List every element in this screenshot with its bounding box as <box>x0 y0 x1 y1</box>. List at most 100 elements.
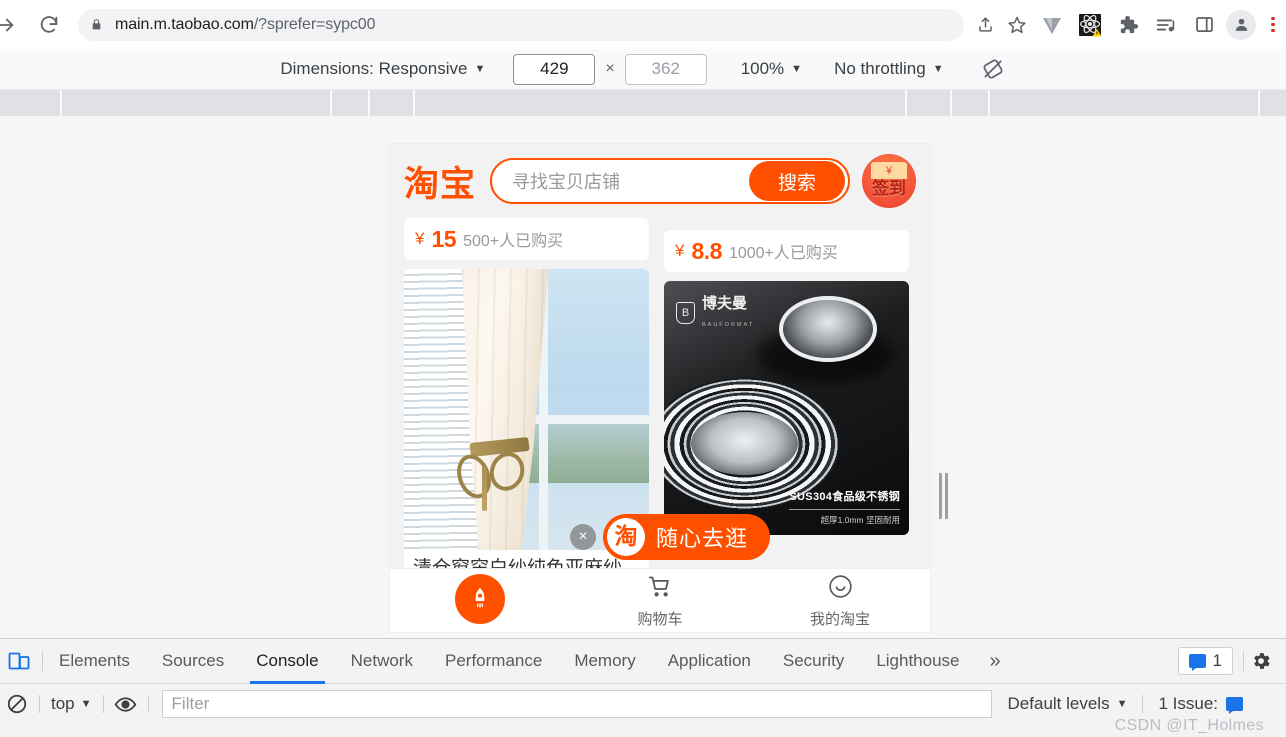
log-levels-value: Default levels <box>1007 694 1110 713</box>
taobao-circle-logo-icon: 淘 <box>607 518 645 556</box>
spec-line-2: 超厚1.0mm 坚固耐用 <box>820 515 900 525</box>
vimium-extension-icon[interactable] <box>1034 10 1070 40</box>
spec-line-1: SUS304食品级不锈钢 <box>789 491 900 503</box>
product-sold-count: 1000+人已购买 <box>728 245 838 262</box>
share-icon[interactable] <box>970 10 1000 40</box>
checkin-badge-button[interactable]: ¥ 签到 <box>862 154 916 208</box>
watermark: CSDN @IT_Holmes <box>1114 717 1264 734</box>
divider <box>39 695 40 713</box>
tab-shopping-cart[interactable]: 购物车 <box>570 573 750 629</box>
chevron-down-icon: ▼ <box>1116 697 1128 710</box>
product-image[interactable] <box>404 269 649 550</box>
tab-security[interactable]: Security <box>767 639 860 684</box>
playlist-icon[interactable] <box>1148 10 1184 40</box>
log-levels-dropdown[interactable]: Default levels ▼ <box>998 694 1138 714</box>
product-card[interactable]: B 博夫曼 BAUFORMAT SUS304食品级不锈钢 超厚1.0mm 坚固耐… <box>664 281 909 535</box>
tab-network[interactable]: Network <box>335 639 429 684</box>
product-price: 8.8 <box>691 237 722 264</box>
divider <box>102 695 104 713</box>
live-expression-eye-icon[interactable] <box>109 689 143 719</box>
address-bar-url: main.m.taobao.com/?sprefer=sypc00 <box>115 15 376 33</box>
dimension-separator: × <box>605 60 615 77</box>
browser-toolbar: main.m.taobao.com/?sprefer=sypc00 <box>0 0 1286 49</box>
toggle-device-toolbar-icon[interactable] <box>4 646 34 676</box>
viewport-resize-handle-right[interactable] <box>939 473 948 519</box>
search-input[interactable]: 寻找宝贝店铺 搜索 <box>490 158 850 204</box>
tab-my-taobao[interactable]: 我的淘宝 <box>750 573 930 629</box>
issues-bar[interactable]: 1 Issue: <box>1148 694 1253 714</box>
execution-context-dropdown[interactable]: top ▼ <box>45 694 98 714</box>
ruler-tick <box>988 90 990 116</box>
react-devtools-icon[interactable] <box>1072 10 1108 40</box>
ruler-tick <box>1258 90 1260 116</box>
star-icon[interactable] <box>1002 10 1032 40</box>
dimensions-label: Dimensions: Responsive <box>280 59 468 78</box>
tab-label: 购物车 <box>637 610 683 628</box>
more-tabs-icon[interactable]: » <box>976 650 1015 673</box>
product-price-row: ¥ 15 500+人已购买 <box>404 218 649 260</box>
throttling-dropdown[interactable]: No throttling ▼ <box>834 59 944 79</box>
side-panel-icon[interactable] <box>1186 10 1222 40</box>
currency-symbol: ¥ <box>415 229 425 248</box>
message-bubble-icon <box>1188 654 1206 671</box>
product-card[interactable]: ¥ 15 500+人已购买 <box>404 218 649 260</box>
product-price-row: ¥ 8.8 1000+人已购买 <box>664 230 909 272</box>
tab-sources[interactable]: Sources <box>146 639 240 684</box>
message-bubble-icon <box>1226 697 1244 714</box>
tab-performance[interactable]: Performance <box>429 639 558 684</box>
extensions-puzzle-icon[interactable] <box>1110 10 1146 40</box>
product-card[interactable]: ¥ 8.8 1000+人已购买 <box>664 230 909 272</box>
product-sold-count: 500+人已购买 <box>463 233 564 250</box>
ruler-tick <box>60 90 62 116</box>
throttling-value: No throttling <box>834 59 926 78</box>
rocket-icon <box>455 574 505 624</box>
zoom-value: 100% <box>740 59 785 78</box>
bottom-tab-bar: 购物车 我的淘宝 <box>390 568 930 632</box>
tab-memory[interactable]: Memory <box>558 639 651 684</box>
filter-input[interactable]: Filter <box>161 690 992 718</box>
close-icon[interactable]: × <box>570 524 596 550</box>
product-price: 15 <box>431 225 457 252</box>
issues-counter-button[interactable]: 1 <box>1177 647 1233 675</box>
lock-icon <box>90 17 103 32</box>
emulated-viewport-stage: 淘宝 寻找宝贝店铺 搜索 ¥ 签到 ¥ 15 500+人已购买 ¥ 8.8 10… <box>0 118 1286 737</box>
search-placeholder: 寻找宝贝店铺 <box>512 172 621 192</box>
clear-console-icon[interactable] <box>0 689 34 719</box>
ruler-tick <box>905 90 907 116</box>
taobao-header: 淘宝 寻找宝贝店铺 搜索 ¥ 签到 <box>390 144 930 218</box>
viewport-width-input[interactable]: 429 <box>513 53 596 85</box>
search-button[interactable]: 搜索 <box>749 161 845 201</box>
tab-lighthouse[interactable]: Lighthouse <box>860 639 975 684</box>
profile-avatar-icon[interactable] <box>1226 9 1256 40</box>
tab-discover[interactable] <box>390 574 570 627</box>
brand-logo: B 博夫曼 BAUFORMAT <box>676 295 754 331</box>
console-filter-bar: top ▼ Filter Default levels ▼ 1 Issue: <box>0 684 1286 724</box>
zoom-dropdown[interactable]: 100% ▼ <box>741 59 802 79</box>
rotate-device-icon[interactable] <box>980 56 1006 82</box>
dimensions-dropdown[interactable]: Dimensions: Responsive ▼ <box>280 59 485 79</box>
address-bar[interactable]: main.m.taobao.com/?sprefer=sypc00 <box>78 8 964 41</box>
reload-icon[interactable] <box>32 8 66 42</box>
divider <box>147 695 149 713</box>
viewport-height-input[interactable]: 362 <box>624 53 707 85</box>
smiley-face-icon <box>826 573 855 605</box>
promo-text: 随心去逛 <box>656 526 749 551</box>
tab-elements[interactable]: Elements <box>43 639 146 684</box>
chevron-down-icon: ▼ <box>791 62 803 75</box>
devtools-panel: Elements Sources Console Network Perform… <box>0 638 1286 737</box>
product-spec-overlay: SUS304食品级不锈钢 超厚1.0mm 坚固耐用 <box>789 488 900 526</box>
chevron-down-icon: ▼ <box>474 62 486 75</box>
promo-pill-button[interactable]: 淘 随心去逛 <box>603 514 771 560</box>
three-dot-menu-icon[interactable] <box>1260 10 1286 40</box>
forward-arrow-icon[interactable] <box>0 8 22 42</box>
taobao-logo[interactable]: 淘宝 <box>404 156 476 207</box>
settings-gear-icon[interactable] <box>1244 650 1278 672</box>
currency-symbol: ¥ <box>675 241 685 260</box>
stainless-steel-bowls-photo: B 博夫曼 BAUFORMAT SUS304食品级不锈钢 超厚1.0mm 坚固耐… <box>664 281 909 535</box>
tab-application[interactable]: Application <box>652 639 767 684</box>
floating-promo-banner: × 淘 随心去逛 <box>570 514 771 560</box>
ruler-tick <box>368 90 370 116</box>
product-image[interactable]: B 博夫曼 BAUFORMAT SUS304食品级不锈钢 超厚1.0mm 坚固耐… <box>664 281 909 535</box>
devtools-tab-bar: Elements Sources Console Network Perform… <box>0 639 1286 684</box>
tab-console[interactable]: Console <box>240 639 334 684</box>
